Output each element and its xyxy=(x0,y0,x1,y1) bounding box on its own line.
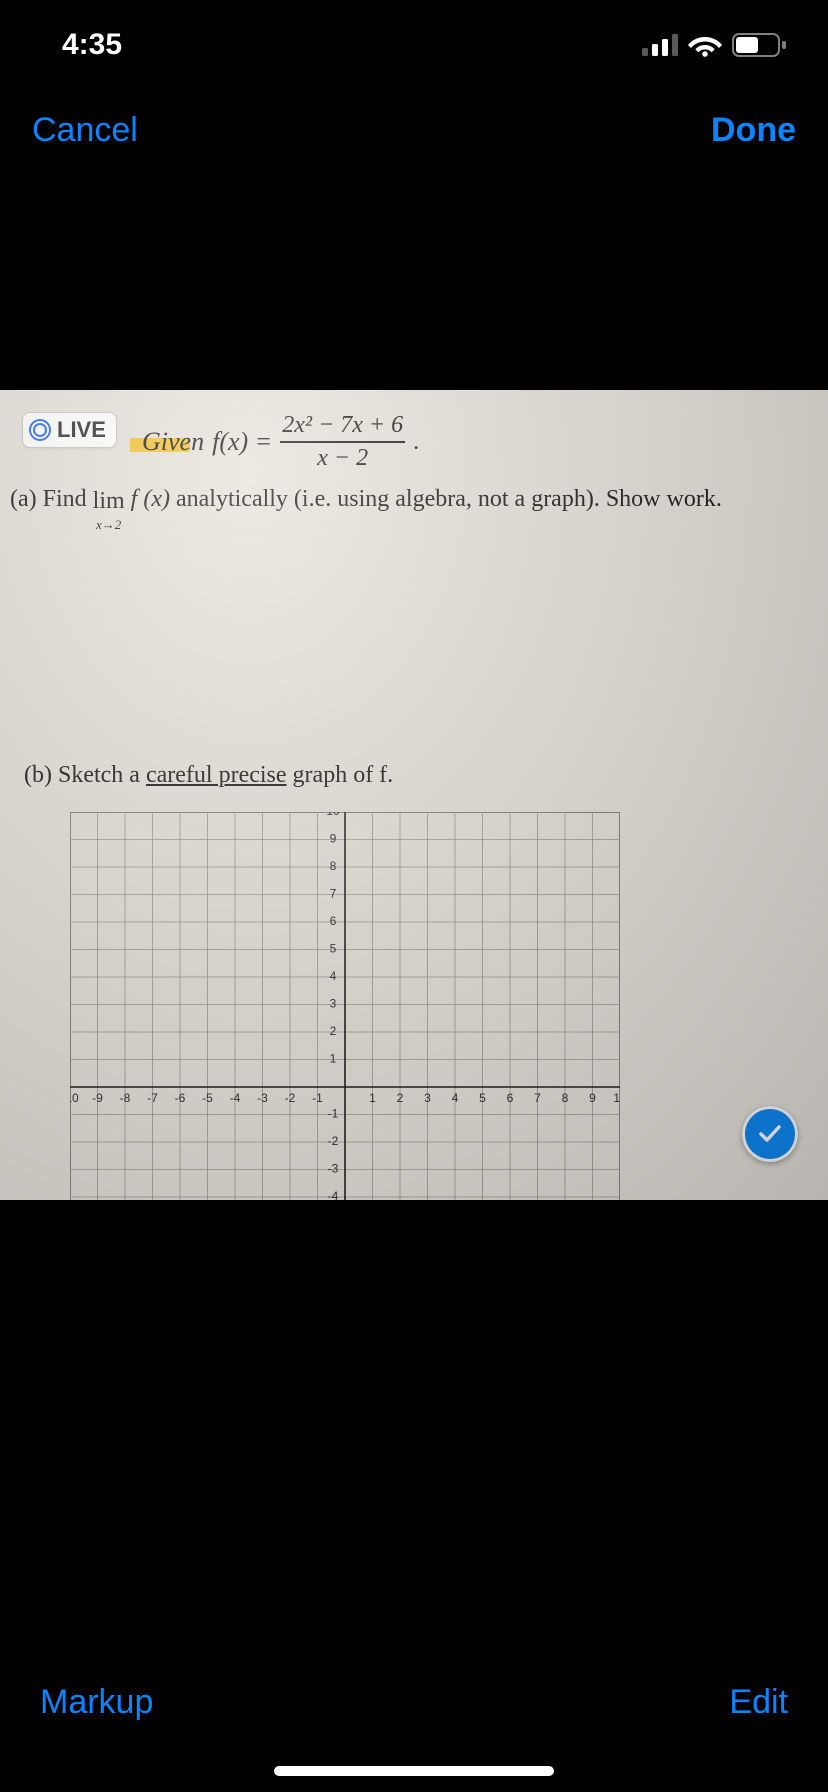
cancel-button[interactable]: Cancel xyxy=(32,111,138,150)
lim-sub: x→2 xyxy=(96,517,121,534)
nav-bar: Cancel Done xyxy=(0,90,828,170)
svg-text:1: 1 xyxy=(369,1091,376,1105)
part-a-prefix: (a) Find xyxy=(10,486,93,512)
svg-text:6: 6 xyxy=(330,914,337,928)
svg-text:9: 9 xyxy=(589,1091,596,1105)
check-icon xyxy=(755,1119,785,1149)
period: . xyxy=(413,427,419,458)
svg-text:10: 10 xyxy=(326,812,340,818)
fraction-numerator: 2x² − 7x + 6 xyxy=(280,410,405,441)
svg-text:7: 7 xyxy=(534,1091,541,1105)
limit-notation: lim x→2 xyxy=(93,486,125,534)
svg-text:-9: -9 xyxy=(92,1091,103,1105)
part-b-text: (b) Sketch a careful precise graph of f. xyxy=(24,760,393,791)
fraction: 2x² − 7x + 6 x − 2 xyxy=(280,410,405,474)
live-photo-badge[interactable]: LIVE xyxy=(22,412,117,448)
live-icon xyxy=(29,419,51,441)
svg-text:-3: -3 xyxy=(257,1091,268,1105)
svg-text:-4: -4 xyxy=(328,1189,339,1200)
fraction-denominator: x − 2 xyxy=(315,443,370,474)
status-bar: 4:35 xyxy=(0,0,828,90)
svg-text:3: 3 xyxy=(424,1091,431,1105)
cellular-icon xyxy=(642,34,678,56)
part-b-underline: careful precise xyxy=(146,762,287,788)
photo-area[interactable]: LIVE Given f(x) = 2x² − 7x + 6 x − 2 . (… xyxy=(0,170,828,1650)
svg-text:8: 8 xyxy=(330,859,337,873)
confirm-check-button[interactable] xyxy=(742,1106,798,1162)
svg-text:-5: -5 xyxy=(202,1091,213,1105)
svg-text:6: 6 xyxy=(507,1091,514,1105)
part-a-fx: f (x) xyxy=(131,486,170,512)
status-time: 4:35 xyxy=(62,28,122,62)
svg-text:3: 3 xyxy=(330,997,337,1011)
svg-text:7: 7 xyxy=(330,887,337,901)
worksheet-photo: LIVE Given f(x) = 2x² − 7x + 6 x − 2 . (… xyxy=(0,390,828,1200)
svg-text:5: 5 xyxy=(330,942,337,956)
svg-text:5: 5 xyxy=(479,1091,486,1105)
svg-text:4: 4 xyxy=(452,1091,459,1105)
svg-text:10: 10 xyxy=(613,1091,620,1105)
svg-text:-1: -1 xyxy=(312,1091,323,1105)
done-button[interactable]: Done xyxy=(711,111,796,150)
fx-label: f(x) = xyxy=(212,425,272,459)
svg-text:-7: -7 xyxy=(147,1091,158,1105)
svg-text:-4: -4 xyxy=(230,1091,241,1105)
part-b-prefix: (b) Sketch a xyxy=(24,762,146,788)
wifi-icon xyxy=(688,33,722,57)
lim-top: lim xyxy=(93,486,125,517)
svg-text:9: 9 xyxy=(330,832,337,846)
svg-text:1: 1 xyxy=(330,1052,337,1066)
home-indicator[interactable] xyxy=(274,1766,554,1776)
svg-text:-10: -10 xyxy=(70,1091,79,1105)
markup-button[interactable]: Markup xyxy=(40,1683,153,1722)
svg-text:-2: -2 xyxy=(285,1091,296,1105)
part-a-rest: analytically (i.e. using algebra, not a … xyxy=(176,486,722,512)
svg-text:2: 2 xyxy=(397,1091,404,1105)
status-icons xyxy=(642,33,788,57)
part-a-text: (a) Find lim x→2 f (x) analytically (i.e… xyxy=(10,484,810,532)
given-label: Given xyxy=(142,425,204,459)
edit-button[interactable]: Edit xyxy=(729,1683,788,1722)
svg-text:-6: -6 xyxy=(175,1091,186,1105)
svg-text:-8: -8 xyxy=(120,1091,131,1105)
live-label: LIVE xyxy=(57,417,106,443)
svg-text:8: 8 xyxy=(562,1091,569,1105)
svg-text:4: 4 xyxy=(330,969,337,983)
svg-text:2: 2 xyxy=(330,1024,337,1038)
coordinate-grid: -10-9-8-7-6-5-4-3-2-112345678910-9-8-7-6… xyxy=(70,812,620,1200)
svg-text:-2: -2 xyxy=(328,1134,339,1148)
svg-text:-1: -1 xyxy=(328,1107,339,1121)
battery-icon xyxy=(732,33,788,57)
svg-text:-3: -3 xyxy=(328,1162,339,1176)
part-b-rest: graph of f. xyxy=(293,762,394,788)
given-expression: Given f(x) = 2x² − 7x + 6 x − 2 . xyxy=(142,410,419,474)
